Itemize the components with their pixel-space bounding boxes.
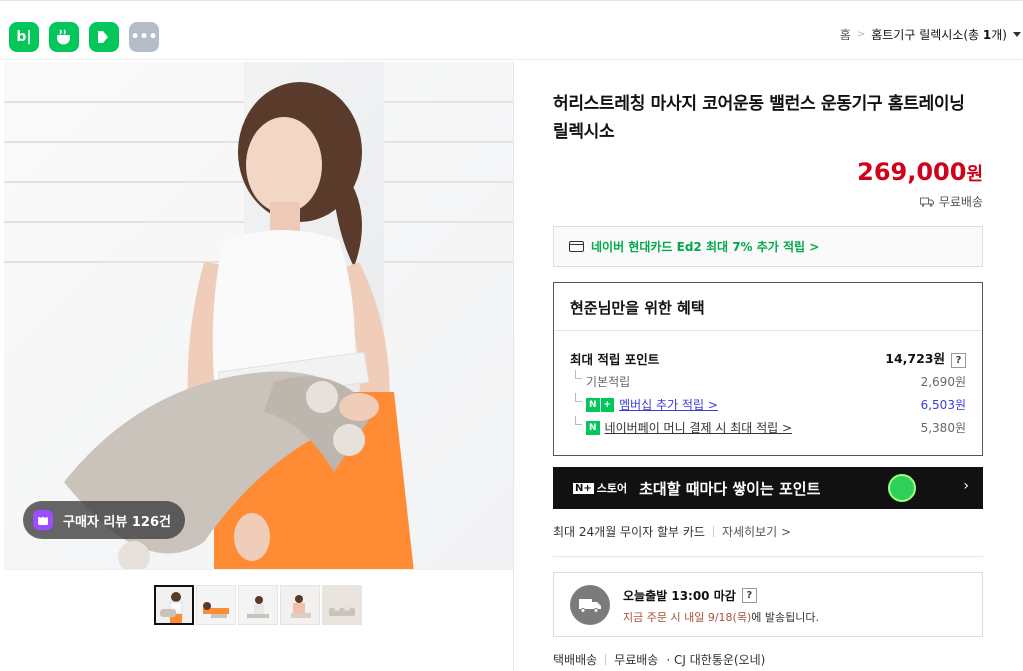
membership-points-label-wrap: N + 멤버십 추가 적립 > [570,393,718,413]
installment-text: 최대 24개월 무이자 할부 카드 [553,525,705,539]
column-divider [513,62,514,671]
caret-down-icon[interactable] [1013,31,1021,38]
thumbnail-2[interactable] [196,585,236,625]
membership-points-row: N + 멤버십 추가 적립 > 6,503원 [570,393,966,413]
dispatch-deadline: 오늘출발 13:00 마감 ? [623,587,757,604]
point-coin-icon [888,474,916,502]
chevron-right-icon: › [963,478,969,494]
credit-card-icon [569,241,584,252]
breadcrumb-current-label: 홈트기구 릴렉시소 [871,28,964,42]
breadcrumb: 홈 > 홈트기구 릴렉시소(총 1개) [840,26,1021,43]
blog-app-icon[interactable]: b| [9,22,39,52]
cup-icon [57,29,70,45]
truck-icon [919,197,934,207]
thumbnail-4[interactable] [280,585,320,625]
divider [605,654,607,665]
membership-points-value: 6,503원 [920,398,966,412]
dispatch-eta: 지금 주문 시 내일 9/18(목)에 발송됩니다. [623,611,819,624]
npay-points-value: 5,380원 [920,421,966,435]
store-invite-banner[interactable]: N+ 스토어 초대할 때마다 쌓이는 포인트 › [553,467,983,509]
delivery-fee: 무료배송 [614,653,659,667]
npay-badge-icon: N [586,420,600,435]
basic-points-label: 기본적립 [570,370,630,390]
divider [712,526,714,537]
installment-info: 최대 24개월 무이자 할부 카드 자세히보기 > [553,523,791,540]
dispatch-info-box: 오늘출발 13:00 마감 ? 지금 주문 시 내일 9/18(목)에 발송됩니… [553,572,983,637]
top-bar: b| ••• 홈 > 홈트기구 릴렉시소(총 1개) [0,0,1023,60]
product-price: 269,000원 [857,158,983,186]
breadcrumb-current[interactable]: 홈트기구 릴렉시소(총 1개) [871,26,1007,43]
more-apps-icon[interactable]: ••• [129,22,159,52]
thumbnail-1[interactable] [154,585,194,625]
shopping-bag-icon [33,510,53,530]
breadcrumb-home[interactable]: 홈 [840,26,851,43]
max-points-label: 최대 적립 포인트 [570,351,660,367]
basic-points-row: 기본적립 2,690원 [570,370,966,390]
thumbnail-3[interactable] [238,585,278,625]
naver-plus-store-logo: N+ 스토어 [573,482,628,495]
max-points-value-wrap: 14,723원? [885,348,966,368]
membership-points-link[interactable]: 멤버십 추가 적립 > [619,396,718,413]
delivery-carrier: · CJ 대한통운(오네) [666,653,766,667]
divider [553,556,983,557]
dispatch-deadline-text: 오늘출발 13:00 마감 [623,589,736,603]
delivery-method: 택배배송 무료배송 · CJ 대한통운(오네) [553,651,765,668]
breadcrumb-count: (총 1개) [963,28,1007,42]
max-points-row: 최대 적립 포인트 14,723원? [570,348,966,368]
delivery-type: 택배배송 [553,653,598,667]
npay-points-row: N 네이버페이 머니 결제 시 최대 적립 > 5,380원 [570,416,966,436]
max-points-value: 14,723원 [885,351,945,366]
delivery-truck-icon [570,585,610,625]
card-promo-banner[interactable]: 네이버 현대카드 Ed2 최대 7% 추가 적립 > [553,226,983,267]
divider [4,569,513,570]
help-button[interactable]: ? [951,353,966,368]
review-badge[interactable]: 구매자 리뷰 126건 [23,501,185,539]
app-icon-group: b| ••• [9,22,159,52]
review-badge-text: 구매자 리뷰 126건 [63,514,171,530]
basic-points-value: 2,690원 [920,375,966,389]
thumbnail-strip [154,585,362,625]
store-banner-text: 초대할 때마다 쌓이는 포인트 [639,479,821,498]
card-promo-text: 네이버 현대카드 Ed2 최대 7% 추가 적립 > [591,240,820,254]
npay-points-link[interactable]: 네이버페이 머니 결제 시 최대 적립 > [605,419,793,436]
npay-points-label-wrap: N 네이버페이 머니 결제 시 최대 적립 > [570,416,793,436]
cafe-app-icon[interactable] [49,22,79,52]
benefit-title: 현준님만을 위한 혜택 [554,283,982,331]
kin-app-icon[interactable] [89,22,119,52]
help-button[interactable]: ? [741,588,757,603]
product-title: 허리스트레칭 마사지 코어운동 밸런스 운동기구 홈트레이닝 릴렉시소 [553,94,965,142]
shipping-text: 무료배송 [938,195,983,209]
thumbnail-5[interactable] [322,585,362,625]
benefit-box: 현준님만을 위한 혜택 최대 적립 포인트 14,723원? 기본적립 2,69… [553,282,983,456]
product-main-image[interactable] [4,62,513,569]
installment-details-link[interactable]: 자세히보기 > [722,523,791,540]
shipping-info: 무료배송 [919,193,983,210]
naver-plus-badge-icon: N + [586,397,615,412]
breadcrumb-separator: > [856,29,866,40]
k-logo-icon [98,31,108,43]
